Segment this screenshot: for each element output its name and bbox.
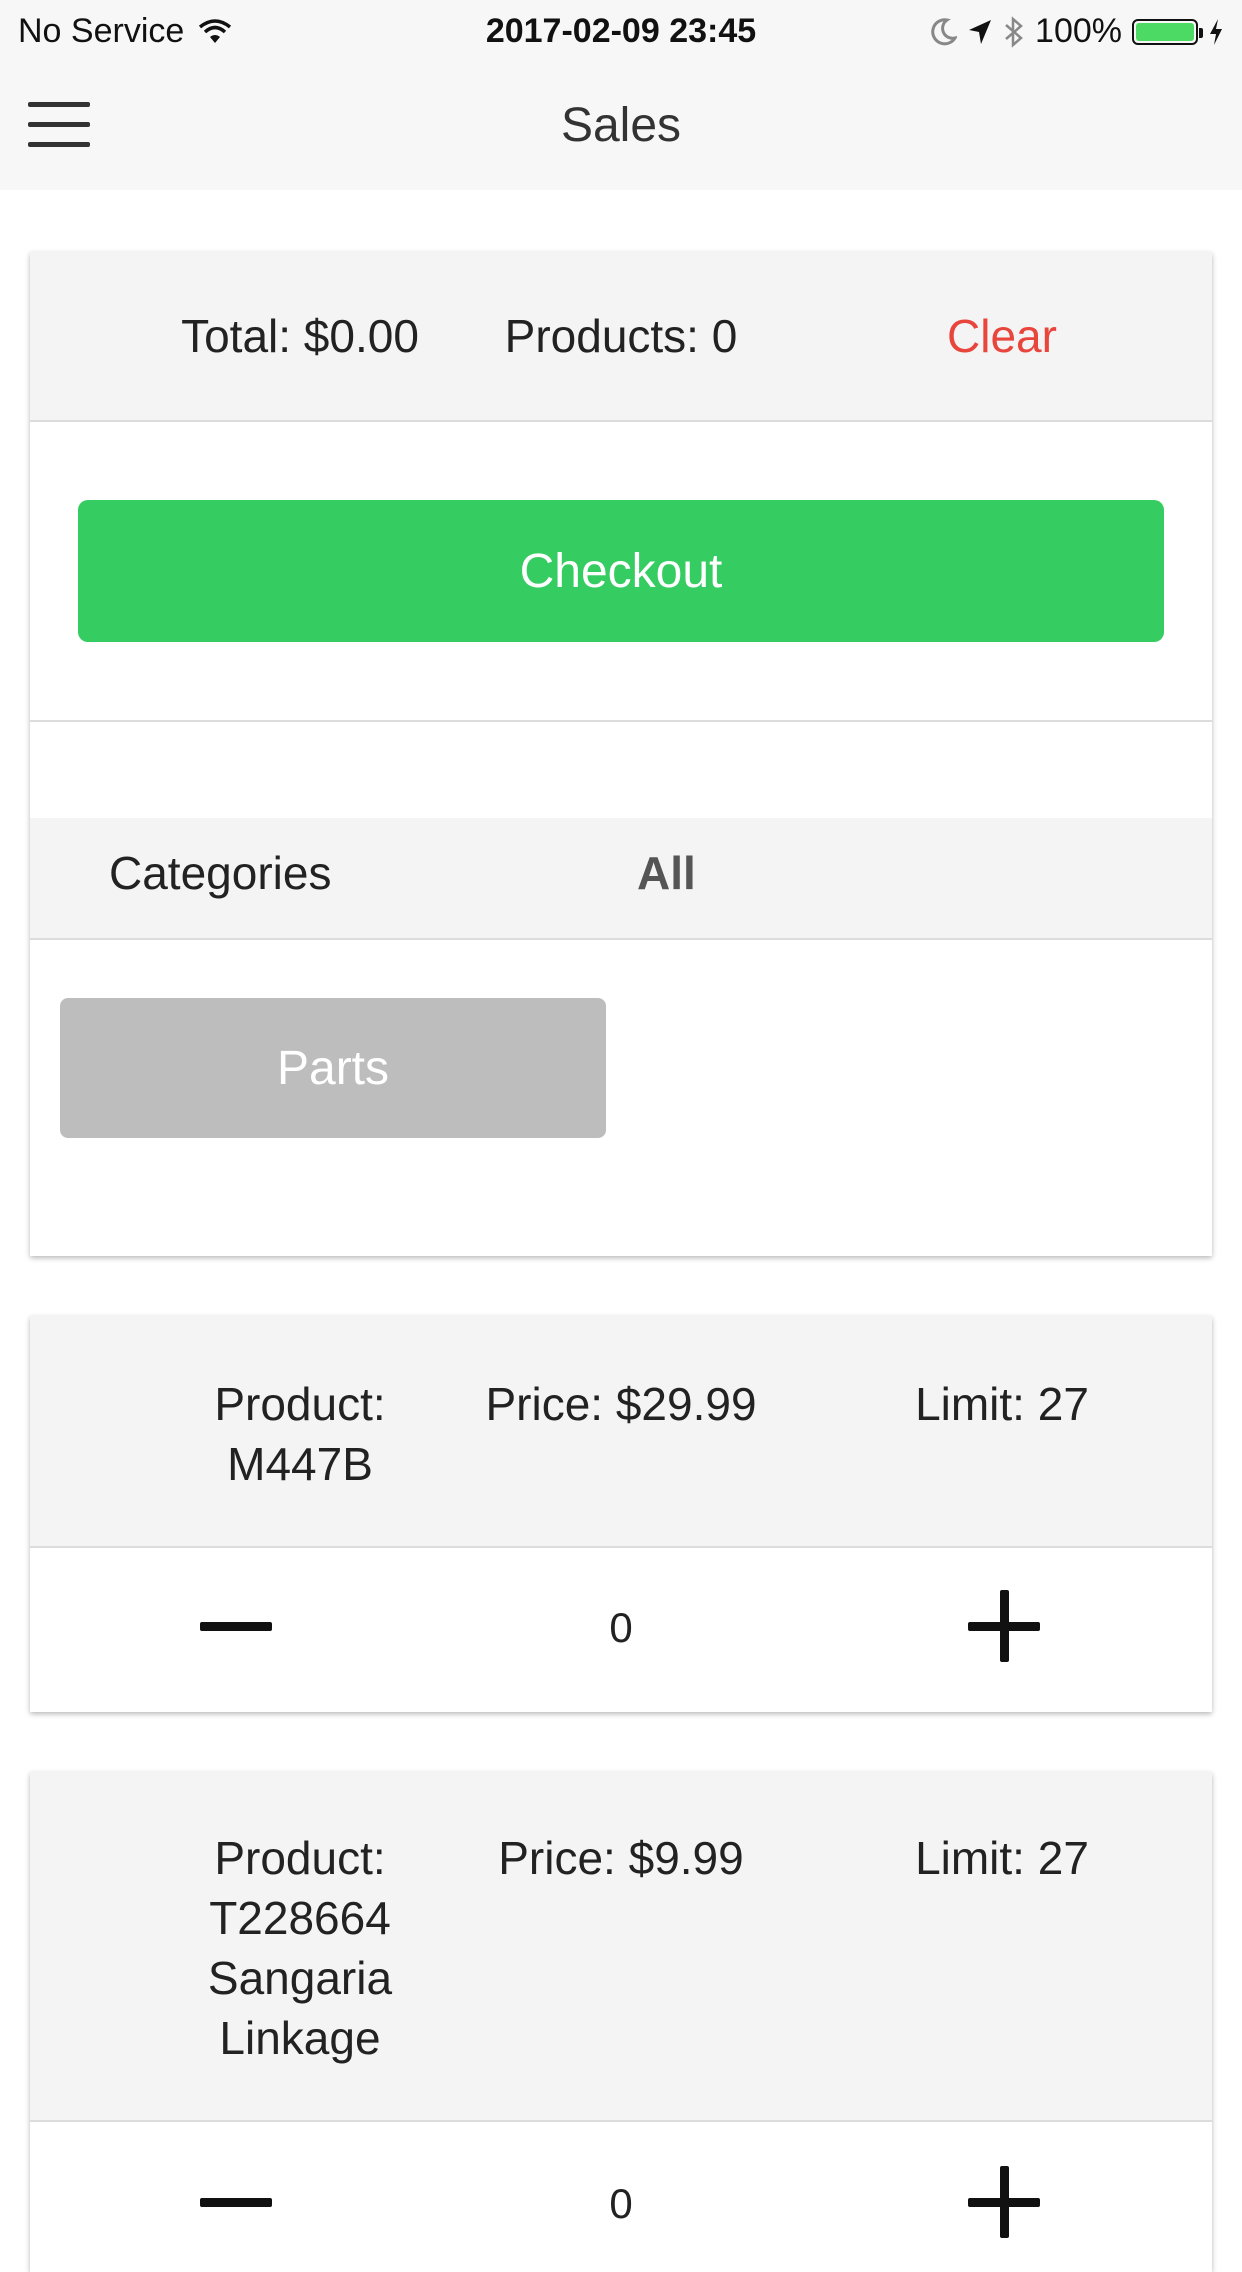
quantity-value: 0: [609, 1604, 633, 1651]
product-card: Product: M447B Price: $29.99 Limit: 27 0: [30, 1316, 1212, 1712]
battery-icon: [1132, 18, 1203, 45]
product-price: Price: $29.99: [485, 1378, 757, 1430]
product-limit: Limit: 27: [915, 1832, 1089, 1884]
category-button-parts[interactable]: Parts: [60, 998, 606, 1138]
clear-button[interactable]: Clear: [792, 306, 1212, 366]
location-arrow-icon: [969, 19, 992, 44]
categories-header: Categories All: [30, 818, 1212, 940]
cart-card: Total: $0.00 Products: 0 Clear Checkout …: [30, 252, 1212, 1256]
moon-icon: [931, 17, 958, 45]
minus-icon: [200, 1622, 272, 1631]
product-name-line: Linkage: [219, 2012, 381, 2064]
quantity-value: 0: [609, 2180, 633, 2227]
product-limit: Limit: 27: [915, 1378, 1089, 1430]
decrement-button[interactable]: [196, 2162, 276, 2242]
product-name-line: M447B: [227, 1438, 373, 1490]
status-right: 100%: [931, 12, 1224, 51]
battery-level: [1136, 22, 1194, 41]
product-card: Product: T228664 Sangaria Linkage Price:…: [30, 1772, 1212, 2272]
product-info-header: Product: M447B Price: $29.99 Limit: 27: [30, 1316, 1212, 1548]
cart-product-count: Products: 0: [504, 310, 738, 362]
charging-bolt-icon: [1210, 18, 1222, 45]
minus-icon: [200, 2198, 272, 2207]
section-divider: [30, 720, 1212, 722]
cart-summary-header: Total: $0.00 Products: 0 Clear: [30, 252, 1212, 422]
checkout-button[interactable]: Checkout: [78, 500, 1164, 642]
battery-percent: 100%: [1035, 12, 1122, 50]
categories-selected[interactable]: All: [637, 846, 696, 900]
status-bar: No Service 2017-02-09 23:45 100%: [0, 0, 1242, 64]
increment-button[interactable]: [964, 2162, 1044, 2242]
product-price: Price: $9.99: [498, 1832, 744, 1884]
bluetooth-icon: [1005, 15, 1023, 48]
increment-button[interactable]: [964, 1586, 1044, 1666]
nav-bar: Sales: [0, 64, 1242, 190]
product-name-line: T228664: [209, 1892, 391, 1944]
product-info-header: Product: T228664 Sangaria Linkage Price:…: [30, 1772, 1212, 2122]
decrement-button[interactable]: [196, 1586, 276, 1666]
page-title: Sales: [560, 99, 682, 152]
categories-label: Categories: [109, 847, 332, 899]
product-name-line: Sangaria: [207, 1952, 393, 2004]
